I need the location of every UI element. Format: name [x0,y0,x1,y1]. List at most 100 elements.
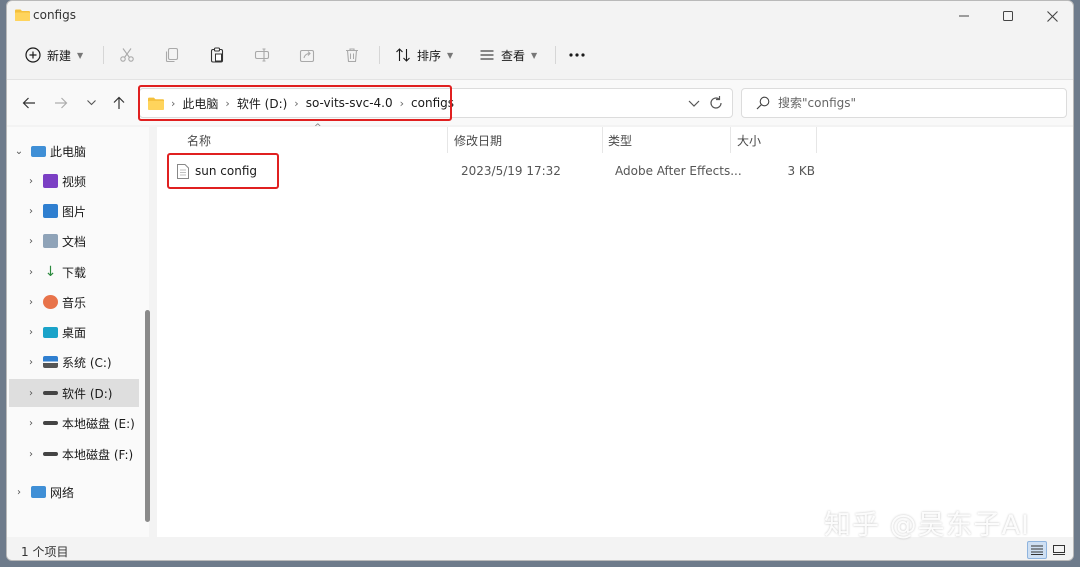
chevron-right-icon: › [29,235,33,247]
file-row[interactable]: sun config 2023/5/19 17:32 Adobe After E… [157,153,1073,189]
new-button-label: 新建 [47,48,72,63]
nav-item-network[interactable]: › 网络 [13,478,145,506]
forward-button[interactable] [49,91,73,115]
drive-icon [43,452,58,456]
view-button-label: 查看 [501,48,526,63]
chevron-right-icon: › [29,296,33,308]
nav-item-pictures[interactable]: › 图片 [25,197,157,225]
toolbar-divider [555,46,556,64]
up-button[interactable] [107,91,131,115]
nav-item-label: 此电脑 [50,144,87,159]
sort-button-label: 排序 [417,48,442,63]
sort-icon [396,48,410,62]
explorer-window: configs 新建 ▼ 排序 ▼ 查看 ▼ › 此电脑 › 软件 (D:) ›… [6,0,1074,561]
toolbar-divider [379,46,380,64]
chevron-down-icon: ▼ [531,50,538,60]
tiles-view-button[interactable] [1049,541,1069,559]
refresh-button[interactable] [708,95,724,114]
window-title: configs [33,8,76,22]
chevron-down-icon: ▼ [77,50,84,60]
chevron-right-icon: › [29,387,33,399]
maximize-button[interactable] [985,1,1031,31]
plus-circle-icon [25,47,41,63]
more-options-button[interactable] [568,41,586,69]
nav-item-downloads[interactable]: › ↓ 下载 [25,258,157,286]
nav-item-label: 下载 [62,265,87,280]
chevron-down-icon [688,100,700,107]
file-size: 3 KB [787,164,815,178]
nav-item-desktop[interactable]: › 桌面 [25,318,157,346]
close-button[interactable] [1029,1,1073,31]
search-input[interactable] [778,95,1058,111]
column-header-modified[interactable]: 修改日期 [454,127,502,153]
column-divider[interactable] [730,127,731,153]
address-row: › 此电脑 › 软件 (D:) › so-vits-svc-4.0 › conf… [7,79,1073,125]
nav-item-label: 图片 [62,204,87,219]
arrow-left-icon [22,97,35,109]
network-icon [31,486,46,498]
search-box[interactable] [741,88,1067,118]
new-button[interactable]: 新建 ▼ [25,41,83,69]
maximize-icon [1003,11,1013,21]
cut-button[interactable] [119,41,135,69]
column-divider[interactable] [447,127,448,153]
nav-item-drive-d[interactable]: › 软件 (D:) [9,379,139,407]
chevron-right-icon: › [29,266,33,278]
file-modified: 2023/5/19 17:32 [461,164,561,178]
file-type: Adobe After Effects... [615,164,742,178]
nav-item-documents[interactable]: › 文档 [25,227,157,255]
view-button[interactable]: 查看 ▼ [479,41,537,69]
back-button[interactable] [17,91,41,115]
documents-icon [43,234,58,248]
delete-button[interactable] [344,41,360,69]
folder-icon [15,9,30,21]
nav-item-label: 文档 [62,234,87,249]
share-button[interactable] [299,41,315,69]
nav-scrollbar[interactable] [145,310,150,522]
arrow-right-icon [55,97,68,109]
chevron-right-icon: › [29,356,33,368]
title-bar[interactable]: configs [7,1,1073,31]
clipboard-icon [210,47,224,63]
chevron-right-icon: › [29,417,33,429]
column-divider[interactable] [602,127,603,153]
chevron-right-icon: › [29,205,33,217]
column-header-size[interactable]: 大小 [737,127,761,153]
drive-icon [43,391,58,395]
ellipsis-icon [569,53,585,57]
sort-ascending-icon: ^ [314,123,322,133]
nav-item-label: 本地磁盘 (F:) [62,447,134,462]
nav-item-label: 网络 [50,485,75,500]
nav-item-label: 桌面 [62,325,87,340]
nav-item-videos[interactable]: › 视频 [25,167,157,195]
toolbar-divider [103,46,104,64]
refresh-icon [710,96,722,109]
nav-item-drive-c[interactable]: › 系统 (C:) [25,348,157,376]
column-header-name[interactable]: 名称 [187,127,211,153]
minimize-icon [959,15,969,17]
chevron-down-icon: ▼ [447,50,454,60]
nav-item-drive-f[interactable]: › 本地磁盘 (F:) [25,440,157,468]
recent-locations-button[interactable] [79,91,103,115]
chevron-right-icon: › [29,175,33,187]
nav-item-label: 软件 (D:) [62,386,113,401]
paste-button[interactable] [209,41,225,69]
nav-item-drive-e[interactable]: › 本地磁盘 (E:) [25,409,157,437]
command-bar: 新建 ▼ 排序 ▼ 查看 ▼ [7,33,1073,77]
address-history-button[interactable] [688,95,700,114]
rename-button[interactable] [254,41,270,69]
copy-button[interactable] [164,41,180,69]
copy-icon [165,47,179,63]
nav-item-this-pc[interactable]: ⌄ 此电脑 [13,137,145,165]
arrow-up-icon [113,96,125,109]
minimize-button[interactable] [941,1,987,31]
nav-item-music[interactable]: › 音乐 [25,288,157,316]
column-divider[interactable] [816,127,817,153]
column-header-type[interactable]: 类型 [608,127,632,153]
red-highlight-box [167,153,279,189]
close-icon [1046,10,1058,22]
navigation-pane: ⌄ 此电脑 › 视频 › 图片 › 文档 › ↓ 下载 › 音乐 › 桌面 › … [7,127,150,537]
sort-button[interactable]: 排序 ▼ [395,41,453,69]
address-bar[interactable]: › 此电脑 › 软件 (D:) › so-vits-svc-4.0 › conf… [138,85,733,121]
details-view-button[interactable] [1027,541,1047,559]
